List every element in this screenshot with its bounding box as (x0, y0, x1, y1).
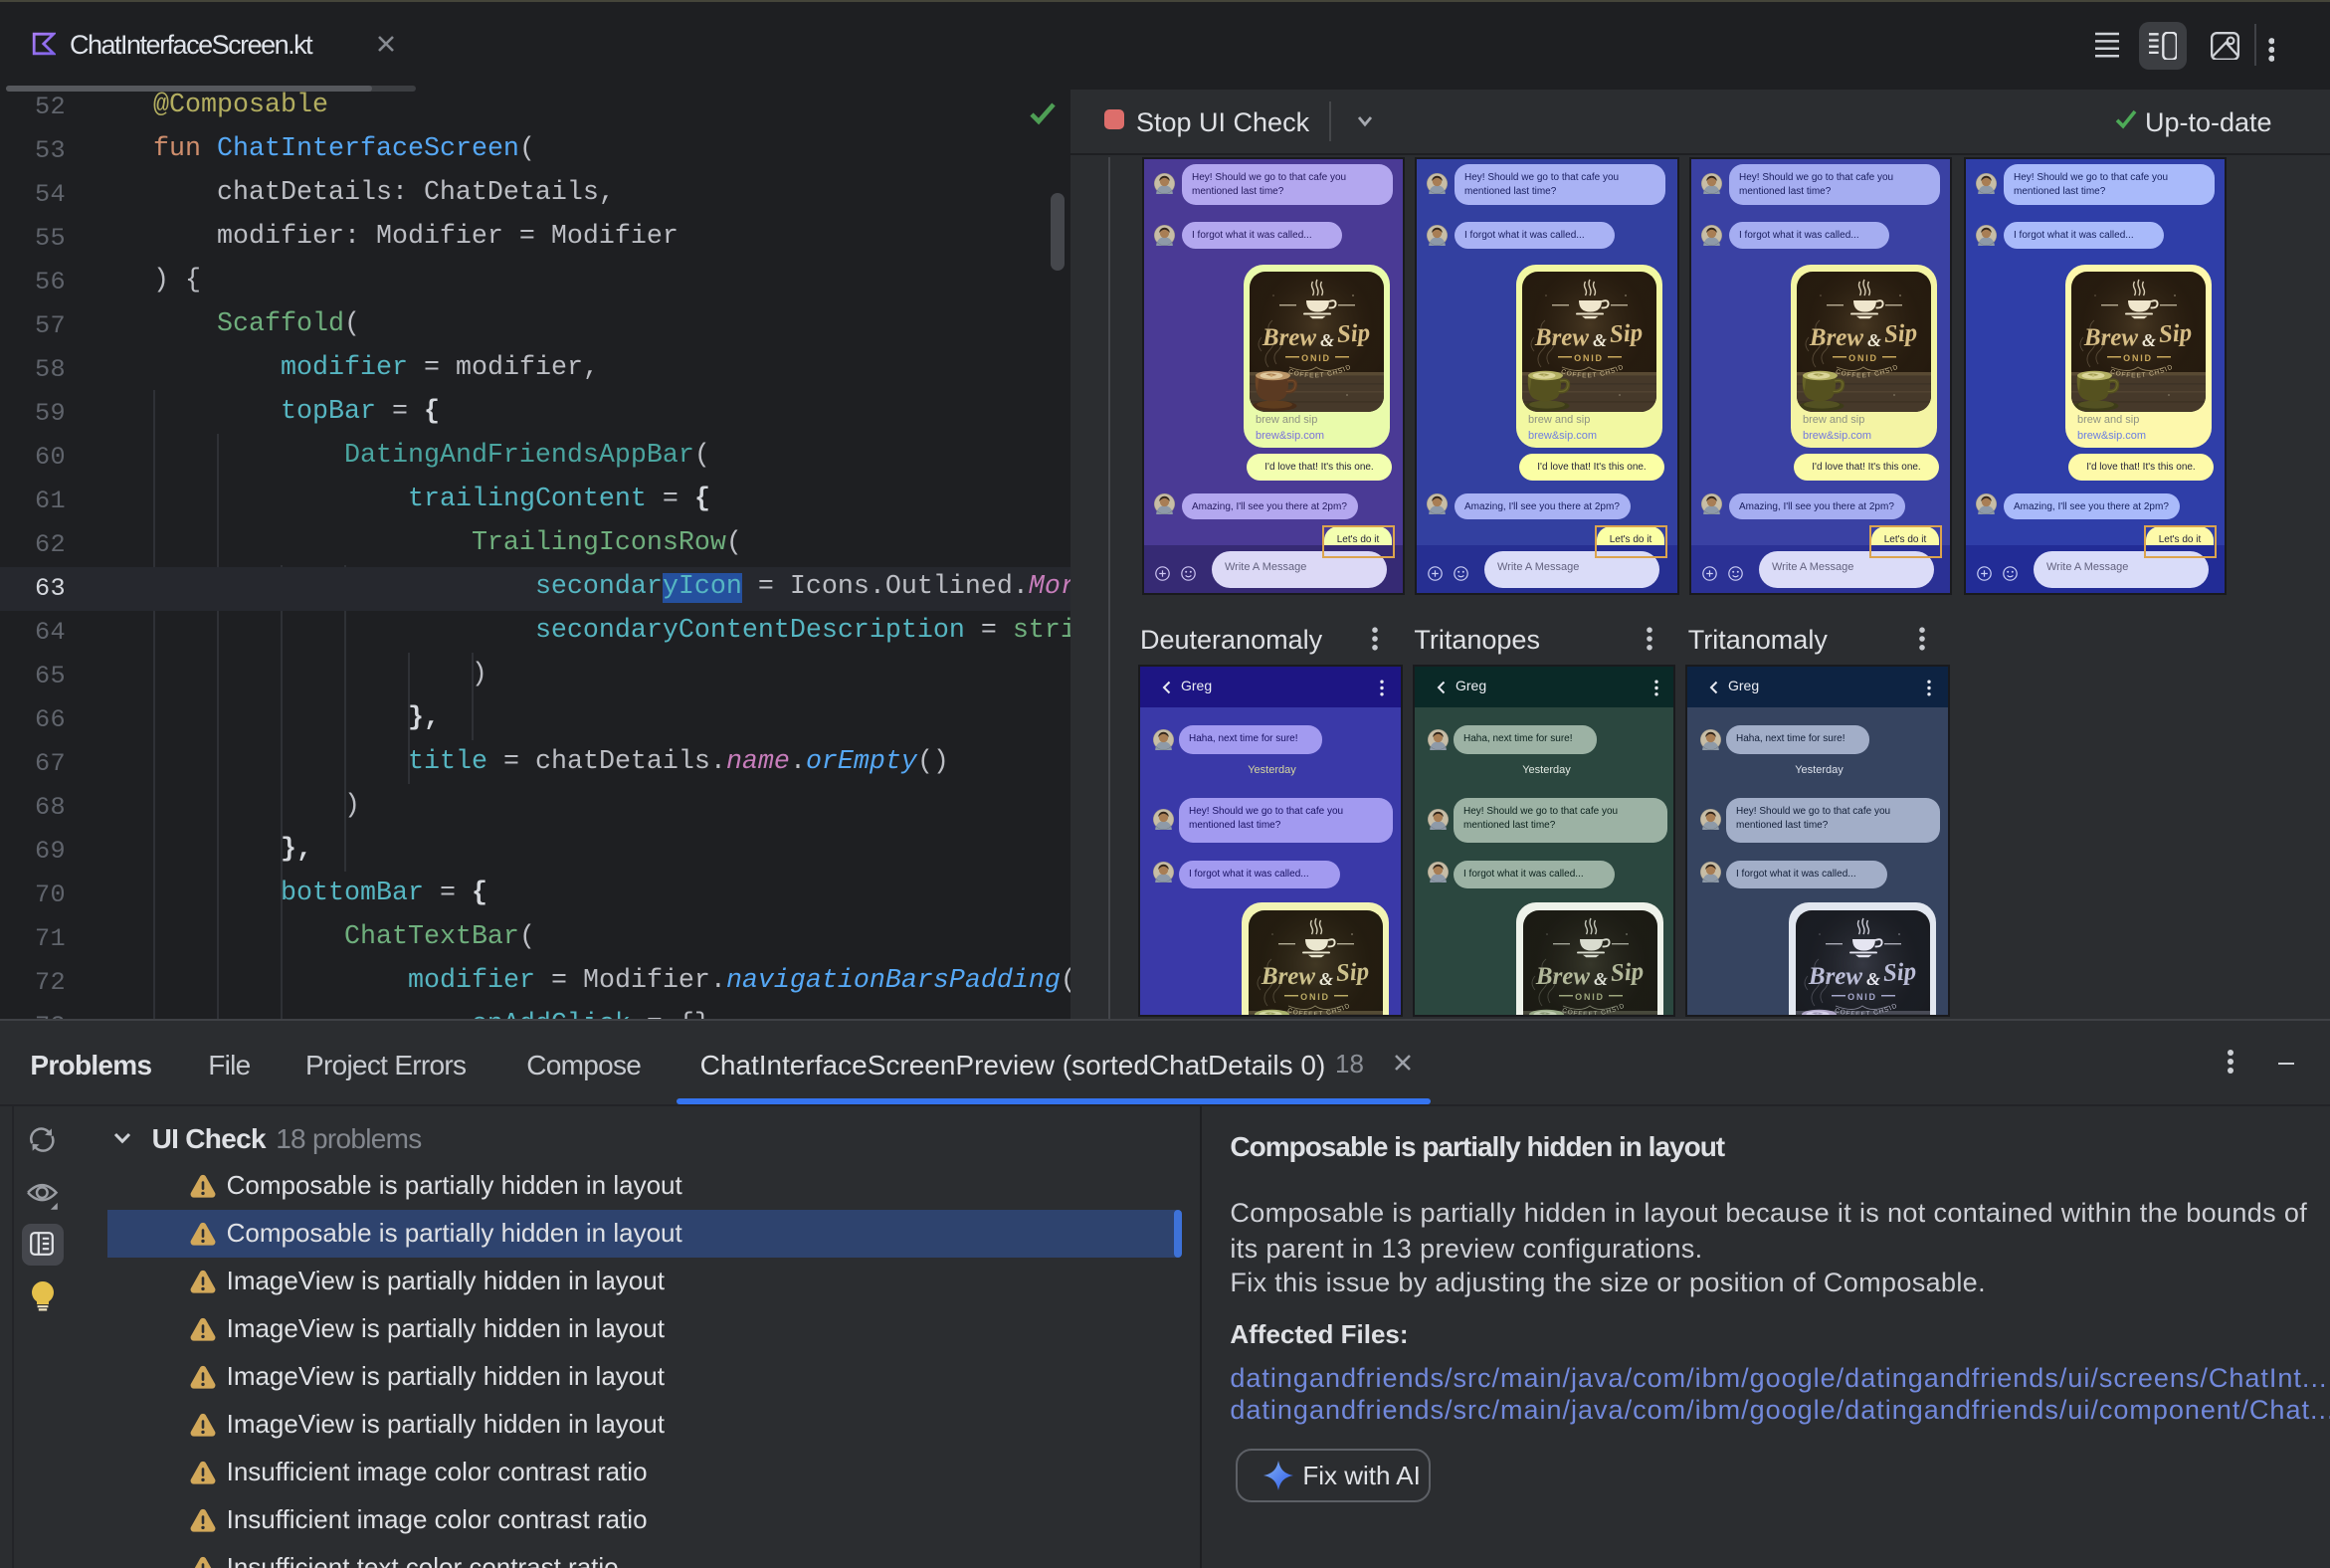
svg-text:Brew: Brew (1534, 962, 1590, 989)
svg-text:ONID: ONID (1848, 352, 1878, 362)
svg-text:ONID: ONID (1300, 991, 1330, 1001)
svg-text:&: & (1867, 329, 1881, 349)
svg-text:ONID: ONID (1575, 352, 1605, 362)
svg-text:&: & (1593, 329, 1607, 349)
svg-text:&: & (2141, 329, 2155, 349)
svg-text:Brew: Brew (1809, 962, 1864, 989)
svg-text:Sip: Sip (1335, 957, 1370, 986)
svg-text:&: & (1867, 968, 1881, 988)
svg-text:Sip: Sip (1609, 957, 1644, 986)
svg-text:&: & (1593, 968, 1607, 988)
svg-text:Sip: Sip (2157, 318, 2192, 347)
svg-text:&: & (1319, 968, 1333, 988)
svg-text:&: & (1319, 329, 1333, 349)
svg-text:Sip: Sip (1609, 318, 1644, 347)
svg-text:Brew: Brew (1261, 962, 1316, 989)
svg-text:ONID: ONID (2122, 352, 2152, 362)
svg-text:ONID: ONID (1575, 991, 1605, 1001)
svg-text:ONID: ONID (1300, 352, 1330, 362)
svg-text:Brew: Brew (1809, 323, 1864, 350)
svg-text:Sip: Sip (1883, 318, 1918, 347)
svg-text:Brew: Brew (2082, 323, 2138, 350)
svg-text:ONID: ONID (1848, 991, 1878, 1001)
svg-text:Brew: Brew (1534, 323, 1590, 350)
svg-text:Sip: Sip (1883, 957, 1918, 986)
svg-text:Sip: Sip (1335, 318, 1370, 347)
